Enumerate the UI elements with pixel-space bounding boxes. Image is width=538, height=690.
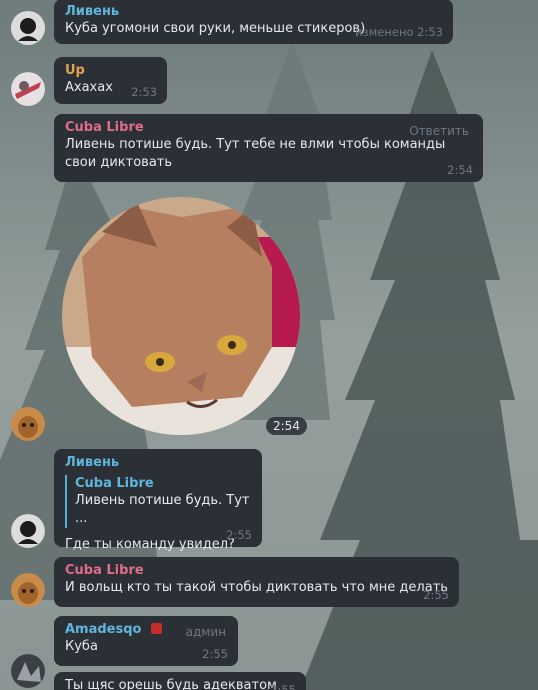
message-bubble[interactable]: Ты щяс орешь будь адекватом 2:55 xyxy=(54,672,306,690)
message-time: 2:53 xyxy=(131,85,157,99)
message-bubble[interactable]: Ливень Cuba Libre Ливень потише будь. Ту… xyxy=(54,449,262,552)
message-time: 2:55 xyxy=(226,528,252,542)
reply-author: Cuba Libre xyxy=(75,476,154,491)
message-text: Ты щяс орешь будь адекватом xyxy=(65,678,277,690)
reply-quote[interactable]: Cuba Libre Ливень потише будь. Тут ... xyxy=(65,475,252,528)
message-time: изменено 2:53 xyxy=(355,25,443,39)
badge-icon xyxy=(151,623,163,634)
avatar-up[interactable] xyxy=(11,72,45,106)
message-author[interactable]: Ливень xyxy=(65,3,443,20)
reply-action-button[interactable]: Ответить xyxy=(409,122,469,140)
message-time: 2:55 xyxy=(423,588,449,602)
message-text: Ливень потише будь. Тут тебе не влми что… xyxy=(65,137,446,170)
sticker-time: 2:54 xyxy=(266,417,307,435)
message-bubble[interactable]: Ливень Куба угомони свои руки, меньше ст… xyxy=(54,0,453,44)
message-time: 2:55 xyxy=(270,683,296,690)
message-bubble[interactable]: Up Ахахах 2:53 xyxy=(54,57,167,104)
message-time: 2:54 xyxy=(447,163,473,177)
reply-text: Ливень потише будь. Тут ... xyxy=(75,493,250,526)
cat-video-sticker[interactable] xyxy=(62,197,300,435)
message-author[interactable]: Amadesqo xyxy=(65,622,141,637)
avatar-cuba-libre[interactable] xyxy=(11,407,45,441)
cat-sticker-image xyxy=(62,197,300,435)
admin-badge: админ xyxy=(185,625,226,639)
message-bubble[interactable]: Amadesqo админ Куба 2:55 xyxy=(54,616,238,666)
avatar-cuba-libre[interactable] xyxy=(11,573,45,607)
message-author[interactable]: Ливень xyxy=(65,454,252,471)
message-text: И вольщ кто ты такой чтобы диктовать что… xyxy=(65,580,448,595)
avatar-amadesqo[interactable] xyxy=(11,654,45,688)
message-text: Где ты команду увидел? xyxy=(65,537,235,552)
message-time: 2:55 xyxy=(202,647,228,661)
avatar-liven[interactable] xyxy=(11,11,45,45)
message-bubble[interactable]: Cuba Libre Ответить Ливень потише будь. … xyxy=(54,114,483,182)
message-author[interactable]: Up xyxy=(65,62,157,79)
message-author[interactable]: Cuba Libre xyxy=(65,562,449,579)
message-bubble[interactable]: Cuba Libre И вольщ кто ты такой чтобы ди… xyxy=(54,557,459,607)
avatar-liven[interactable] xyxy=(11,514,45,548)
